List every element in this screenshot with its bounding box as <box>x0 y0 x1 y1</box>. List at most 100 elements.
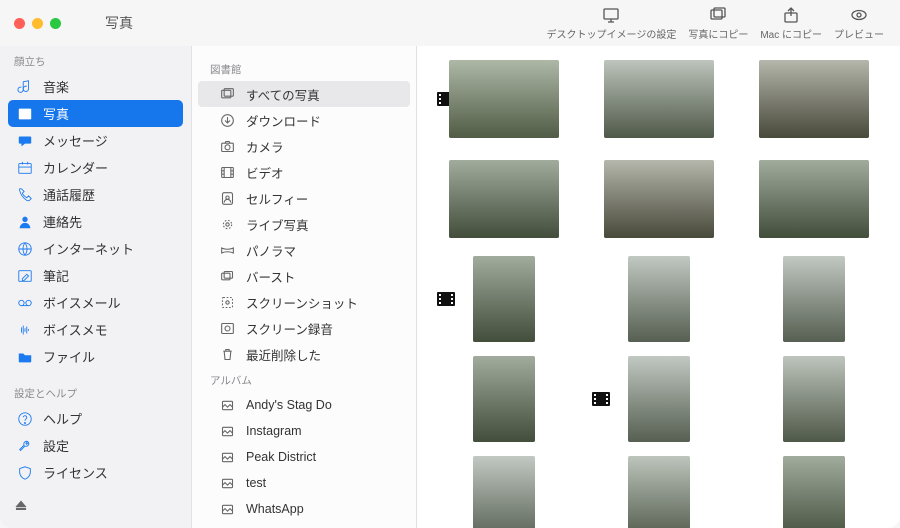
toolbar-label: 写真にコピー <box>688 26 748 41</box>
library-item-screenshot[interactable]: スクリーンショット <box>198 289 410 315</box>
library-item-a1[interactable]: Andy's Stag Do <box>198 392 410 418</box>
photo-cell[interactable] <box>586 154 731 244</box>
photo-cell[interactable] <box>431 254 576 344</box>
pano-icon <box>218 241 236 259</box>
sidebar-item-label: カレンダー <box>43 158 108 177</box>
library-item-label: セルフィー <box>246 189 308 208</box>
library-item-burst[interactable]: バースト <box>198 263 410 289</box>
sidebar-item-settings[interactable]: 設定 <box>8 432 183 459</box>
library-item-label: スクリーンショット <box>246 293 358 312</box>
library-item-pano[interactable]: パノラマ <box>198 237 410 263</box>
window-minimize-button[interactable] <box>32 18 43 29</box>
globe-icon <box>16 240 34 258</box>
photo-thumbnail <box>783 456 845 528</box>
bubble-icon <box>16 132 34 150</box>
library-heading: 図書館 <box>192 56 416 81</box>
video-badge-icon <box>592 392 610 406</box>
photo-thumbnail <box>449 160 559 238</box>
photo-thumbnail <box>628 456 690 528</box>
sidebar-item-voicememo[interactable]: ボイスメモ <box>8 316 183 343</box>
app-title: 写真 <box>105 13 133 33</box>
help-icon <box>16 410 34 428</box>
photo-cell[interactable] <box>741 454 886 528</box>
photo-cell[interactable] <box>431 154 576 244</box>
copy-mac-button[interactable]: Mac にコピー <box>760 6 822 41</box>
photo-cell[interactable] <box>586 354 731 444</box>
export-icon <box>781 6 801 24</box>
photo-thumbnail <box>473 356 535 442</box>
library-sidebar: 図書館 すべての写真ダウンロードカメラビデオセルフィーライブ写真パノラマバースト… <box>192 46 417 528</box>
burst-icon <box>218 267 236 285</box>
photo-thumbnail <box>628 256 690 342</box>
sidebar-item-photos[interactable]: 写真 <box>8 100 183 127</box>
screenshot-icon <box>218 293 236 311</box>
photo-cell[interactable] <box>586 54 731 144</box>
library-item-a5[interactable]: WhatsApp <box>198 496 410 522</box>
sidebar-item-music[interactable]: 音楽 <box>8 73 183 100</box>
photo-cell[interactable] <box>586 254 731 344</box>
sidebar-item-notes[interactable]: 筆記 <box>8 262 183 289</box>
photo-cell[interactable] <box>431 54 576 144</box>
sidebar-item-messages[interactable]: メッセージ <box>8 127 183 154</box>
photo-cell[interactable] <box>741 54 886 144</box>
photo-grid-view <box>417 46 900 528</box>
photos-icon <box>708 6 728 24</box>
sidebar-item-label: インターネット <box>43 239 134 258</box>
sidebar-item-files[interactable]: ファイル <box>8 343 183 370</box>
sidebar-item-internet[interactable]: インターネット <box>8 235 183 262</box>
library-item-label: Peak District <box>246 450 316 464</box>
wave-icon <box>16 321 34 339</box>
library-item-a2[interactable]: Instagram <box>198 418 410 444</box>
photo-cell[interactable] <box>431 454 576 528</box>
download-icon <box>218 111 236 129</box>
album-icon <box>218 474 236 492</box>
preview-button[interactable]: プレビュー <box>834 6 884 41</box>
photo-cell[interactable] <box>741 354 886 444</box>
sidebar-section-apps: 顔立ち <box>0 46 191 71</box>
library-item-a4[interactable]: test <box>198 470 410 496</box>
copy-photos-button[interactable]: 写真にコピー <box>688 6 748 41</box>
toolbar-label: プレビュー <box>834 26 884 41</box>
calendar-icon <box>16 159 34 177</box>
library-item-all[interactable]: すべての写真 <box>198 81 410 107</box>
sidebar-item-calendar[interactable]: カレンダー <box>8 154 183 181</box>
photo-thumbnail <box>449 60 559 138</box>
library-item-camera[interactable]: カメラ <box>198 133 410 159</box>
library-item-selfies[interactable]: セルフィー <box>198 185 410 211</box>
toolbar-label: デスクトップイメージの設定 <box>547 26 677 41</box>
library-item-deleted[interactable]: 最近削除した <box>198 341 410 367</box>
library-item-a3[interactable]: Peak District <box>198 444 410 470</box>
wrench-icon <box>16 437 34 455</box>
library-item-live[interactable]: ライブ写真 <box>198 211 410 237</box>
sidebar-item-label: 音楽 <box>43 77 69 96</box>
sidebar-item-label: 連絡先 <box>43 212 82 231</box>
sidebar-item-contacts[interactable]: 連絡先 <box>8 208 183 235</box>
library-item-screenrec[interactable]: スクリーン録音 <box>198 315 410 341</box>
album-icon <box>218 422 236 440</box>
selfie-icon <box>218 189 236 207</box>
photo-cell[interactable] <box>431 354 576 444</box>
photo-thumbnail <box>783 356 845 442</box>
sidebar-item-voicemail[interactable]: ボイスメール <box>8 289 183 316</box>
window-close-button[interactable] <box>14 18 25 29</box>
set-desktop-button[interactable]: デスクトップイメージの設定 <box>547 6 677 41</box>
eject-icon[interactable] <box>14 498 28 517</box>
sidebar-item-calls[interactable]: 通話履歴 <box>8 181 183 208</box>
photo-cell[interactable] <box>586 454 731 528</box>
photo-cell[interactable] <box>741 254 886 344</box>
photo-thumbnail <box>473 256 535 342</box>
library-item-video[interactable]: ビデオ <box>198 159 410 185</box>
library-item-label: すべての写真 <box>246 85 320 104</box>
photo-cell[interactable] <box>741 154 886 244</box>
library-item-label: ダウンロード <box>246 111 321 130</box>
library-item-label: 最近削除した <box>246 345 321 364</box>
library-item-downloads[interactable]: ダウンロード <box>198 107 410 133</box>
person-icon <box>16 213 34 231</box>
camera-icon <box>218 137 236 155</box>
sidebar-item-label: ファイル <box>43 347 95 366</box>
window-zoom-button[interactable] <box>50 18 61 29</box>
library-item-label: バースト <box>246 267 295 286</box>
sidebar-item-license[interactable]: ライセンス <box>8 459 183 486</box>
sidebar-item-help[interactable]: ヘルプ <box>8 405 183 432</box>
sidebar-item-label: 設定 <box>43 436 69 455</box>
